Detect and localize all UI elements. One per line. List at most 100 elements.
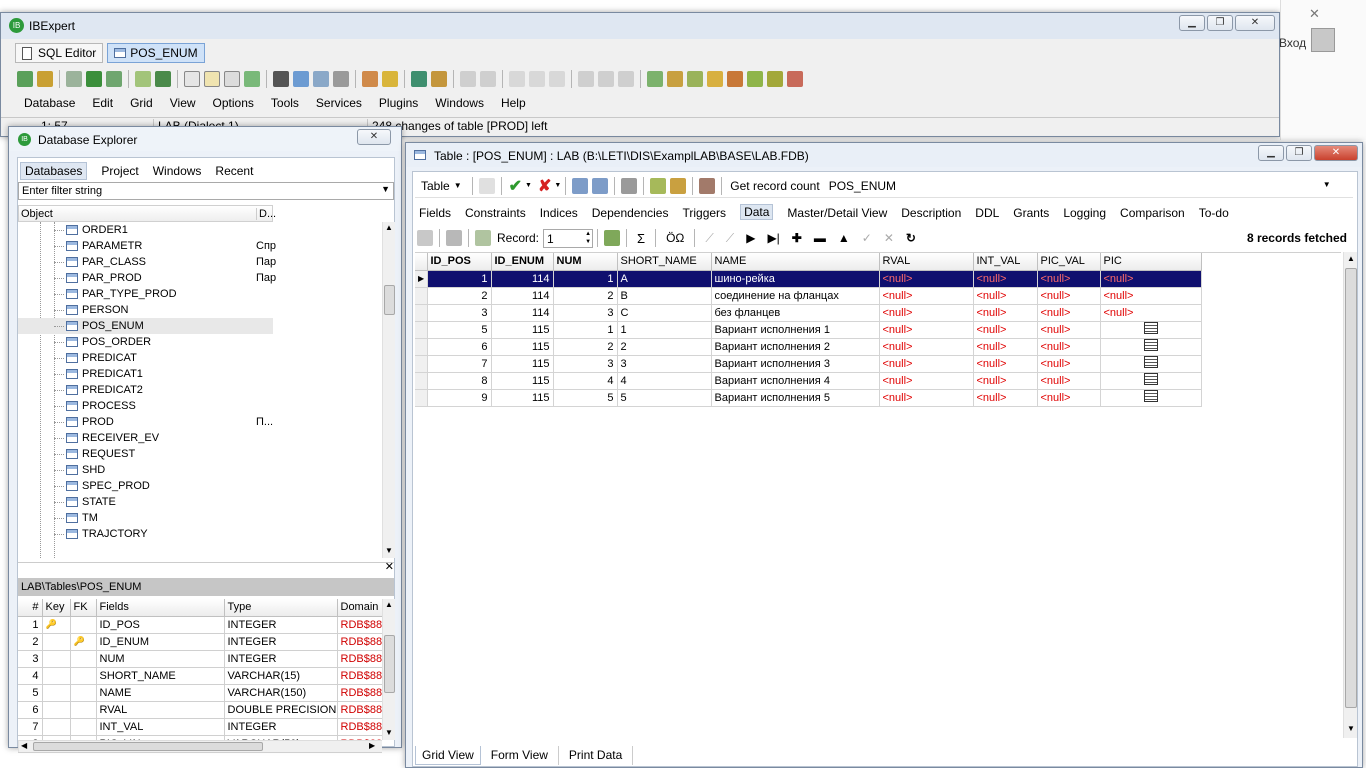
table-row[interactable]: 9 115 5 5 Вариант исполнения 5 <null> <null> <n… — [415, 389, 1202, 407]
connect-db-icon[interactable] — [66, 71, 82, 87]
field-row[interactable]: 4 SHORT_NAME VARCHAR(15) RDB$88 — [18, 667, 382, 685]
register-db-icon[interactable] — [17, 71, 33, 87]
binoculars-icon[interactable] — [273, 71, 289, 87]
panel-splitter[interactable]: ✕ — [18, 560, 394, 573]
copy-document-icon[interactable] — [224, 71, 240, 87]
tab-data[interactable]: Data — [740, 204, 774, 220]
menu-help[interactable]: Help — [501, 96, 526, 110]
chevron-down-icon[interactable]: ▼ — [554, 182, 561, 189]
null-cell[interactable]: <null> — [1037, 321, 1101, 339]
menu-edit[interactable]: Edit — [92, 96, 113, 110]
users-icon[interactable] — [362, 71, 378, 87]
field-row[interactable]: 2 🔑 ID_ENUM INTEGER RDB$88 — [18, 633, 382, 651]
null-cell[interactable]: <null> — [973, 270, 1038, 288]
tab-ddl[interactable]: DDL — [975, 206, 999, 220]
null-cell[interactable]: <null> — [879, 270, 974, 288]
tree-item[interactable]: PAR_CLASS Пар — [18, 254, 276, 270]
field-row[interactable]: 7 INT_VAL INTEGER RDB$88 — [18, 718, 382, 736]
column-header[interactable]: NAME — [711, 253, 880, 271]
new-role-icon[interactable] — [767, 71, 783, 87]
null-cell[interactable]: <null> — [1037, 338, 1101, 356]
tab-print-data[interactable]: Print Data — [559, 746, 634, 765]
tree-item[interactable]: PARAMETR Спр — [18, 238, 276, 254]
table-restore-button[interactable]: ❐ — [1286, 145, 1312, 161]
scroll-down-icon[interactable]: ▼ — [1347, 724, 1355, 733]
disconnect-db-icon[interactable] — [86, 71, 102, 87]
blob-cell[interactable] — [1100, 389, 1202, 407]
null-cell[interactable]: <null> — [879, 372, 974, 390]
fields-hscroll-thumb[interactable] — [33, 742, 263, 751]
chevron-down-icon[interactable]: ▼ — [525, 182, 532, 189]
null-cell[interactable]: <null> — [1037, 389, 1101, 407]
scroll-down-icon[interactable]: ▼ — [385, 728, 393, 737]
tree-item[interactable]: PREDICAT — [18, 350, 273, 366]
tab-project[interactable]: Project — [101, 162, 138, 180]
fields-scrollbar[interactable]: ▲ ▼ — [382, 599, 395, 740]
export-icon[interactable] — [313, 71, 329, 87]
null-cell[interactable]: <null> — [973, 321, 1038, 339]
tree-item[interactable]: REQUEST — [18, 446, 273, 462]
copy-icon[interactable] — [529, 71, 545, 87]
new-procedure-icon[interactable] — [687, 71, 703, 87]
null-cell[interactable]: <null> — [1100, 287, 1202, 305]
tree-item[interactable]: PROCESS — [18, 398, 273, 414]
new-document-icon[interactable] — [204, 71, 220, 87]
tab-recent[interactable]: Recent — [215, 162, 253, 180]
table-tools-icon[interactable] — [578, 71, 594, 87]
null-cell[interactable]: <null> — [879, 304, 974, 322]
scroll-up-icon[interactable]: ▲ — [1347, 254, 1355, 263]
table-row[interactable]: ▶ 1 114 1 Aшино-рейка <null> <null> <null> <null… — [415, 270, 1202, 288]
ascii-icon[interactable]: ÖΩ — [666, 231, 684, 245]
print-icon[interactable] — [621, 177, 638, 194]
new-script-icon[interactable] — [184, 71, 200, 87]
menu-windows[interactable]: Windows — [435, 96, 484, 110]
menu-services[interactable]: Services — [316, 96, 362, 110]
tab-master-detail[interactable]: Master/Detail View — [787, 206, 887, 220]
scroll-down-icon[interactable]: ▼ — [385, 546, 393, 555]
new-exception-icon[interactable] — [727, 71, 743, 87]
tab-logging[interactable]: Logging — [1063, 206, 1106, 220]
tree-item[interactable]: PREDICAT1 — [18, 366, 273, 382]
tree-item[interactable]: PAR_PROD Пар — [18, 270, 276, 286]
tab-sql-editor[interactable]: SQL Editor — [15, 43, 104, 63]
edit-record-icon[interactable]: ▲ — [838, 231, 850, 245]
filter-input[interactable]: Enter filter string ▼ — [18, 182, 394, 200]
tree-item[interactable]: POS_ENUM — [18, 318, 273, 334]
column-header[interactable]: ID_POS — [427, 253, 492, 271]
save-icon[interactable] — [480, 71, 496, 87]
lightning-icon[interactable] — [478, 177, 495, 194]
column-header[interactable]: INT_VAL — [973, 253, 1038, 271]
fields-hscrollbar[interactable]: ◀ ▶ — [18, 740, 382, 752]
user-avatar-icon[interactable] — [1311, 28, 1335, 52]
sql-monitor-icon[interactable] — [244, 71, 260, 87]
tab-dependencies[interactable]: Dependencies — [592, 206, 669, 220]
tree-item[interactable]: PERSON — [18, 302, 273, 318]
null-cell[interactable]: <null> — [879, 355, 974, 373]
tree-item[interactable]: PREDICAT2 — [18, 382, 273, 398]
insert-record-icon[interactable]: ✚ — [792, 231, 802, 245]
null-cell[interactable]: <null> — [973, 304, 1038, 322]
import-icon[interactable] — [155, 71, 171, 87]
add-filter-icon[interactable] — [475, 230, 491, 246]
tab-fields[interactable]: Fields — [419, 206, 451, 220]
tab-pos-enum[interactable]: POS_ENUM — [107, 43, 205, 63]
menu-database[interactable]: Database — [24, 96, 75, 110]
menu-options[interactable]: Options — [213, 96, 254, 110]
column-header[interactable]: PIC — [1100, 253, 1202, 271]
blob-cell[interactable] — [1100, 321, 1202, 339]
tree-item[interactable]: TM — [18, 510, 273, 526]
close-icon[interactable]: ✕ — [385, 560, 394, 573]
table-tools3-icon[interactable] — [618, 71, 634, 87]
table-row[interactable]: 7 115 3 3 Вариант исполнения 3 <null> <null> <n… — [415, 355, 1202, 373]
null-cell[interactable]: <null> — [879, 389, 974, 407]
null-cell[interactable]: <null> — [1037, 304, 1101, 322]
grid-settings-icon[interactable] — [604, 230, 621, 246]
null-cell[interactable]: <null> — [973, 372, 1038, 390]
null-cell[interactable]: <null> — [1037, 270, 1101, 288]
prior-record-icon[interactable]: ⟋ — [726, 231, 734, 246]
new-udf-icon[interactable] — [747, 71, 763, 87]
refresh-data-icon[interactable]: ↻ — [906, 231, 916, 245]
table-grid-icon[interactable] — [572, 177, 589, 194]
procedure-icon[interactable] — [650, 177, 667, 194]
tree-item[interactable]: RECEIVER_EV — [18, 430, 273, 446]
